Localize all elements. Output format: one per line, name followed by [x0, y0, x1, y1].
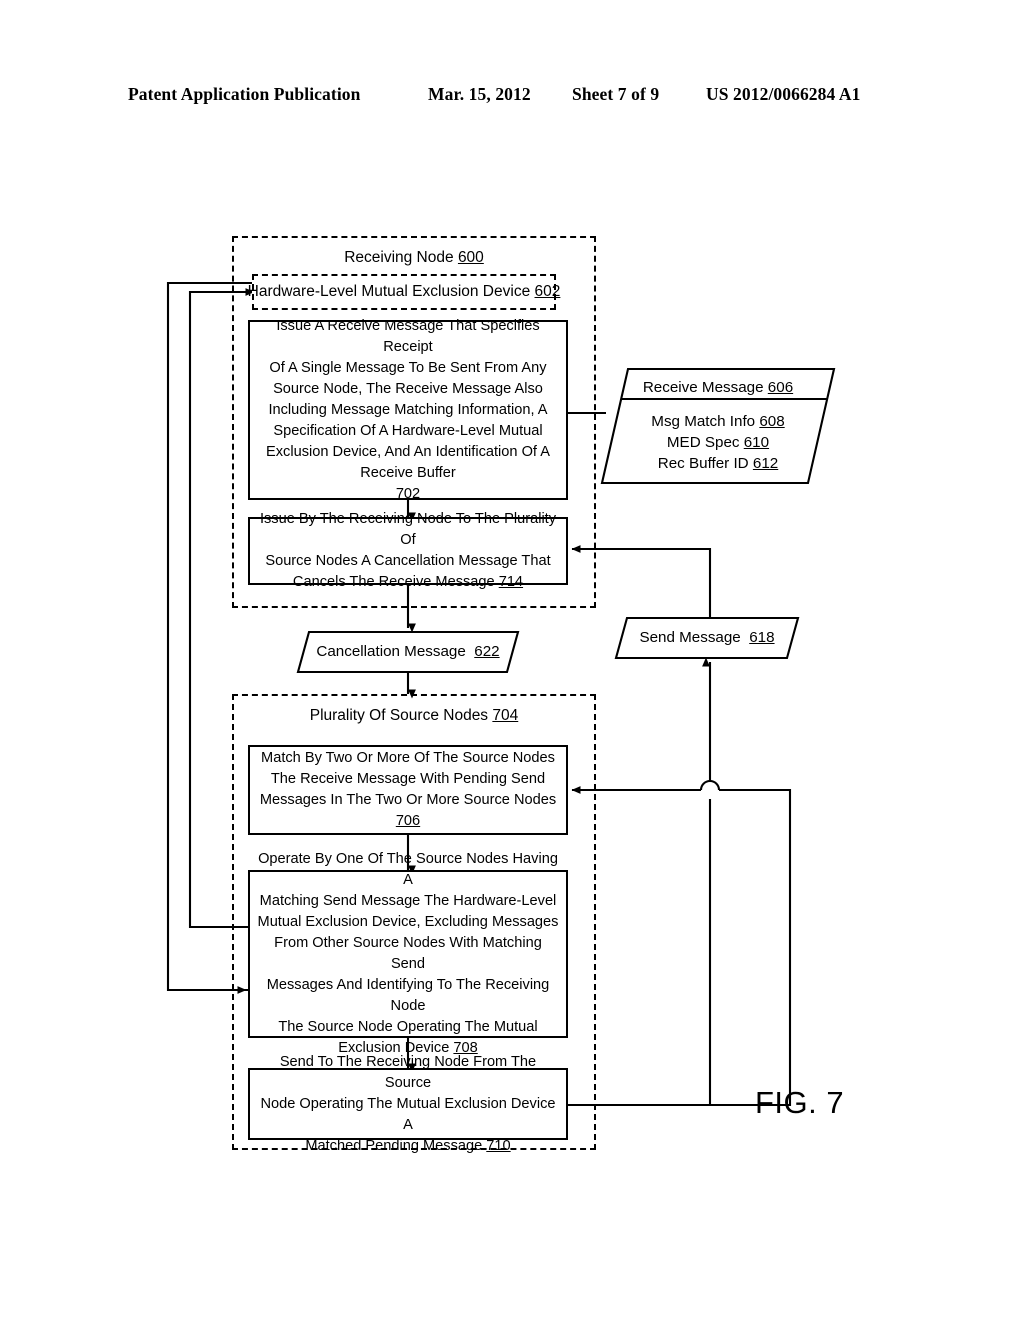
- box-702-line-2: Source Node, The Receive Message Also: [273, 380, 543, 397]
- box-step-702: Issue A Receive Message That Specifies R…: [248, 317, 568, 502]
- box-602-ref: 602: [534, 283, 561, 300]
- box-708-line-1: Matching Send Message The Hardware-Level: [259, 893, 557, 909]
- box-step-714: Issue By The Receiving Node To The Plura…: [248, 511, 568, 590]
- box-710-line-2: Matched Pending Message: [305, 1137, 483, 1154]
- box-714-ref: 714: [498, 574, 524, 590]
- box-706-line-0: Match By Two Or More Of The Source Nodes: [261, 750, 555, 766]
- box-702-line-0: Issue A Receive Message That Specifies R…: [276, 317, 540, 355]
- box-708-line-0: Operate By One Of The Source Nodes Havin…: [258, 851, 558, 888]
- group-receiving-node-title: Receiving Node 600: [234, 249, 594, 267]
- box-702-line-1: Of A Single Message To Be Sent From Any: [269, 359, 547, 376]
- box-710-line-1: Node Operating The Mutual Exclusion Devi…: [260, 1095, 556, 1133]
- box-708-line-2: Mutual Exclusion Device, Excluding Messa…: [257, 914, 559, 930]
- box-708-line-4: Messages And Identifying To The Receivin…: [266, 977, 550, 1014]
- box-706-line-2: Messages In The Two Or More Source Nodes: [259, 792, 557, 808]
- box-step-708: Operate By One Of The Source Nodes Havin…: [248, 851, 568, 1056]
- box-714-line-2: Cancels The Receive Message: [292, 574, 495, 590]
- data-symbol-receive-message-606: Receive Message 606 Msg Match Info 608 M…: [600, 367, 836, 485]
- box-708-line-5: The Source Node Operating The Mutual: [278, 1019, 538, 1035]
- box-702-ref: 702: [395, 485, 421, 502]
- box-702-line-4: Specification Of A Hardware-Level Mutual: [273, 422, 543, 439]
- figure-label: FIG. 7: [755, 1085, 845, 1120]
- box-step-706: Match By Two Or More Of The Source Nodes…: [248, 745, 568, 835]
- group-source-nodes-label: Plurality Of Source Nodes: [309, 707, 489, 724]
- patent-figure-7: Receiving Node 600 Hardware-Level Mutual…: [0, 0, 1024, 1320]
- wire-hop-arc: [699, 779, 721, 791]
- box-706-ref: 706: [395, 813, 421, 829]
- group-source-nodes-ref: 704: [492, 707, 519, 724]
- box-710-ref: 710: [486, 1137, 511, 1154]
- box-714-line-1: Source Nodes A Cancellation Message That: [265, 553, 551, 569]
- box-702-line-3: Including Message Matching Information, …: [268, 401, 548, 418]
- box-602-label: Hardware-Level Mutual Exclusion Device: [247, 283, 531, 300]
- group-source-nodes-title: Plurality Of Source Nodes 704: [234, 707, 594, 725]
- wire-710-to-706-segment-right: [568, 788, 792, 1107]
- box-706-line-1: The Receive Message With Pending Send: [270, 771, 546, 787]
- box-702-line-6: Receive Buffer: [360, 464, 456, 481]
- box-714-line-0: Issue By The Receiving Node To The Plura…: [259, 511, 557, 548]
- group-receiving-node-ref: 600: [457, 249, 484, 266]
- data-symbol-cancellation-message-622: Cancellation Message 622: [296, 630, 520, 674]
- data-symbol-send-message-618: Send Message 618: [614, 616, 800, 660]
- box-702-line-5: Exclusion Device, And An Identification …: [266, 443, 550, 460]
- group-receiving-node-label: Receiving Node: [344, 249, 454, 266]
- box-708-line-3: From Other Source Nodes With Matching Se…: [274, 935, 542, 972]
- box-710-line-0: Send To The Receiving Node From The Sour…: [279, 1053, 537, 1091]
- box-hardware-level-mutual-exclusion-device-602: Hardware-Level Mutual Exclusion Device 6…: [248, 274, 560, 310]
- box-step-710: Send To The Receiving Node From The Sour…: [248, 1054, 568, 1154]
